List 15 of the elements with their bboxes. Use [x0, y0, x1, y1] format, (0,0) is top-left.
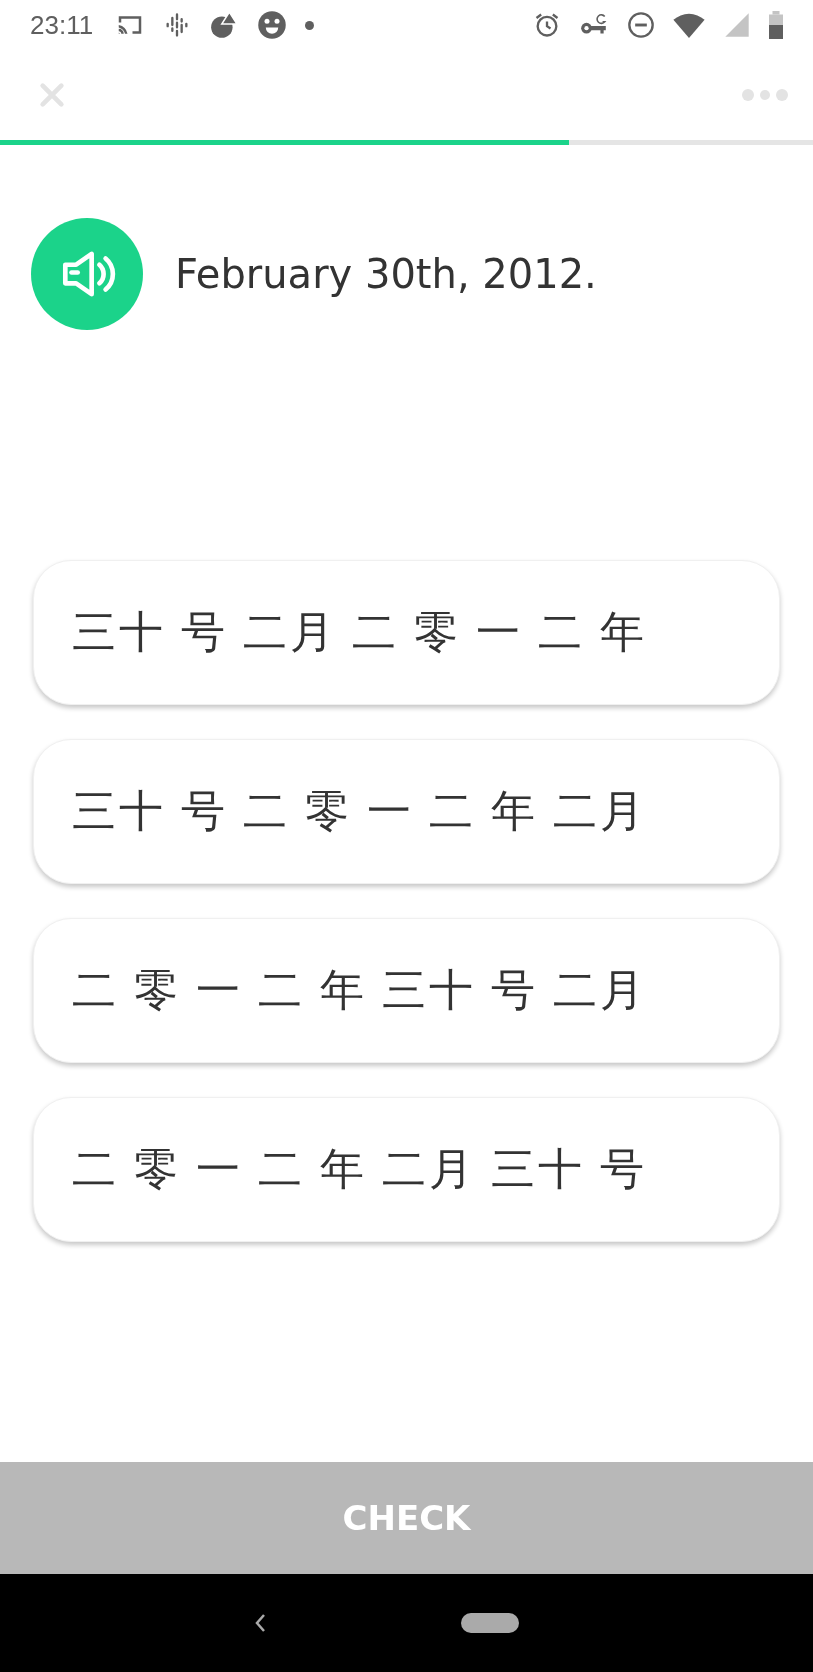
smiley-icon [257, 10, 288, 40]
answer-option[interactable]: 三十 号 二 零 一 二 年 二月 [33, 739, 780, 884]
answer-option[interactable]: 二 零 一 二 年 三十 号 二月 [33, 918, 780, 1063]
answer-option[interactable]: 三十 号 二月 二 零 一 二 年 [33, 560, 780, 705]
home-pill[interactable] [461, 1613, 519, 1633]
status-time: 23:11 [30, 9, 94, 41]
wifi-icon [673, 12, 705, 38]
battery-icon [769, 11, 783, 39]
back-icon[interactable] [254, 1613, 266, 1633]
do-not-disturb-icon [627, 11, 655, 39]
dot-icon [305, 20, 315, 30]
answer-option[interactable]: 二 零 一 二 年 二月 三十 号 [33, 1097, 780, 1242]
alarm-icon [533, 11, 561, 39]
prompt-text: February 30th, 2012. [175, 251, 597, 297]
signal-icon [723, 11, 751, 39]
